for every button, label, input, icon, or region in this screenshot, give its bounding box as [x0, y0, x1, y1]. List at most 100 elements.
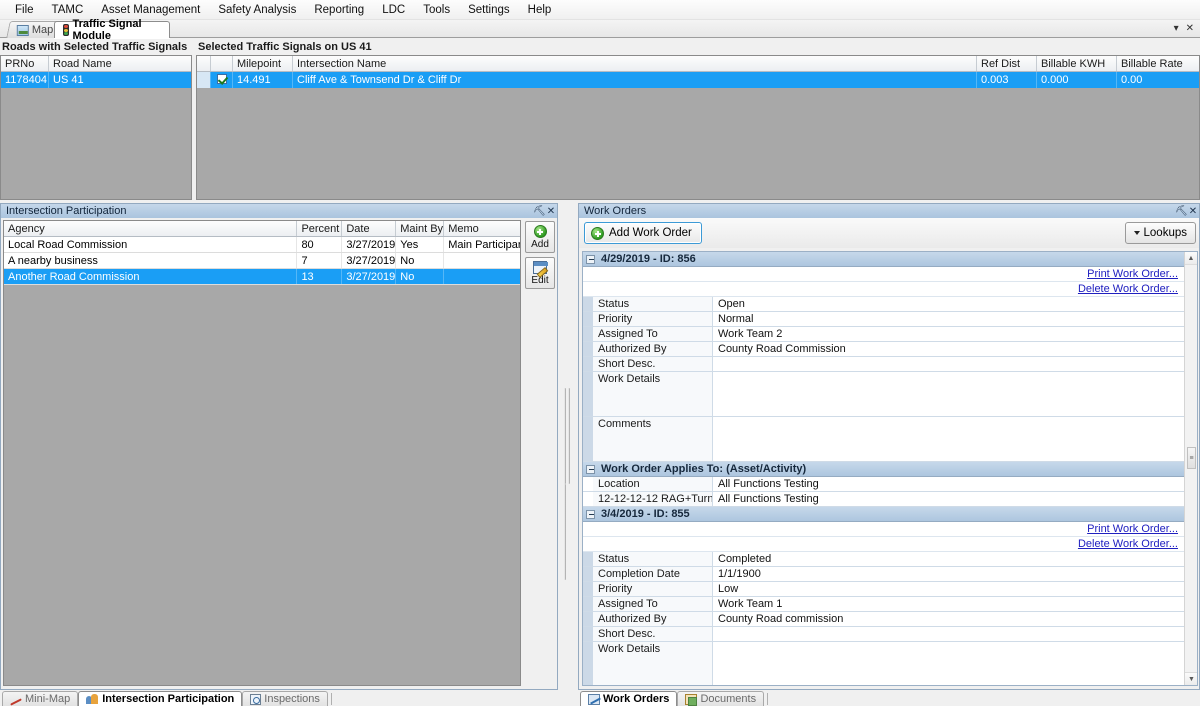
field-value[interactable]: County Road Commission — [713, 342, 1184, 356]
signals-panel-caption: Selected Traffic Signals on US 41 — [198, 41, 372, 53]
table-row[interactable]: Another Road Commission 13 3/27/2019 No — [4, 269, 521, 285]
close-icon[interactable]: ✕ — [1187, 206, 1199, 217]
work-orders-vertical-scrollbar[interactable]: ▲ ≡ ▼ — [1184, 252, 1197, 685]
column-header-milepoint[interactable]: Milepoint — [233, 56, 293, 71]
scroll-up-arrow-icon[interactable]: ▲ — [1185, 252, 1197, 265]
work-orders-scroll-area[interactable]: 4/29/2019 - ID: 856 Print Work Order... … — [582, 251, 1198, 686]
cell-milepoint: 14.491 — [233, 72, 293, 88]
tab-work-orders[interactable]: Work Orders — [580, 691, 678, 706]
column-header-agency[interactable]: Agency — [4, 221, 298, 236]
field-value[interactable] — [713, 357, 1184, 371]
column-header-date[interactable]: Date — [342, 221, 397, 236]
menu-item-settings[interactable]: Settings — [459, 1, 519, 19]
menu-item-file[interactable]: File — [6, 1, 43, 19]
column-header-indicator — [197, 56, 211, 71]
field-value[interactable]: Open — [713, 297, 1184, 311]
field-row-work-details: Work Details — [583, 372, 1184, 417]
cell-percent: 80 — [297, 237, 343, 252]
tab-mini-map[interactable]: Mini-Map — [2, 691, 79, 706]
group-gutter — [583, 642, 593, 685]
delete-work-order-link[interactable]: Delete Work Order... — [593, 538, 1184, 550]
print-work-order-link[interactable]: Print Work Order... — [593, 268, 1184, 280]
add-button[interactable]: Add — [525, 221, 556, 253]
menu-item-asset-management[interactable]: Asset Management — [92, 1, 209, 19]
table-row[interactable]: Local Road Commission 80 3/27/2019 Yes M… — [4, 237, 521, 253]
field-value[interactable]: All Functions Testing — [713, 492, 1184, 506]
chevron-down-icon[interactable]: ▾ — [1174, 23, 1179, 34]
field-value[interactable]: Work Team 2 — [713, 327, 1184, 341]
field-value[interactable]: 1/1/1900 — [713, 567, 1184, 581]
menu-item-tamc[interactable]: TAMC — [43, 1, 93, 19]
close-icon[interactable]: ✕ — [545, 206, 557, 217]
collapse-icon[interactable] — [586, 509, 595, 519]
intersection-participation-panel: Intersection Participation ⛏ ✕ Agency Pe… — [0, 203, 558, 690]
menu-item-reporting[interactable]: Reporting — [305, 1, 373, 19]
group-gutter — [583, 627, 593, 641]
tab-documents-label: Documents — [700, 693, 757, 705]
roads-grid[interactable]: PRNo Road Name 1178404 US 41 — [0, 55, 192, 200]
print-work-order-link[interactable]: Print Work Order... — [593, 523, 1184, 535]
field-value[interactable]: Normal — [713, 312, 1184, 326]
tab-traffic-signal-module[interactable]: Traffic Signal Module — [54, 18, 170, 42]
field-value[interactable] — [713, 627, 1184, 641]
cell-agency: A nearby business — [4, 253, 298, 268]
column-header-maint-by[interactable]: Maint By — [396, 221, 445, 236]
column-header-road-name[interactable]: Road Name — [49, 56, 191, 71]
splitter-grip-icon[interactable] — [564, 388, 572, 580]
field-value[interactable]: All Functions Testing — [713, 477, 1184, 491]
field-value[interactable]: County Road commission — [713, 612, 1184, 626]
participation-icon — [86, 693, 99, 705]
lookups-button[interactable]: Lookups — [1124, 222, 1196, 244]
row-checkbox[interactable] — [211, 72, 233, 88]
table-row[interactable]: 14.491 Cliff Ave & Townsend Dr & Cliff D… — [197, 72, 1199, 88]
group-gutter — [583, 597, 593, 611]
work-order-group-header[interactable]: 4/29/2019 - ID: 856 — [583, 252, 1184, 267]
field-value[interactable]: Completed — [713, 552, 1184, 566]
work-order-group-header[interactable]: 3/4/2019 - ID: 855 — [583, 507, 1184, 522]
menu-item-ldc[interactable]: LDC — [373, 1, 414, 19]
scrollbar-thumb[interactable]: ≡ — [1187, 447, 1196, 469]
field-row-comments: Comments — [583, 417, 1184, 462]
column-header-prno[interactable]: PRNo — [1, 56, 49, 71]
scroll-down-arrow-icon[interactable]: ▼ — [1185, 672, 1197, 685]
column-header-billable-kwh[interactable]: Billable KWH — [1037, 56, 1117, 71]
checkbox-checked-icon[interactable] — [216, 74, 227, 84]
column-header-intersection-name[interactable]: Intersection Name — [293, 56, 977, 71]
tab-intersection-participation[interactable]: Intersection Participation — [78, 691, 243, 706]
field-value[interactable]: Work Team 1 — [713, 597, 1184, 611]
vertical-splitter[interactable] — [558, 203, 578, 690]
participation-grid[interactable]: Agency Percent Date Maint By Memo Local … — [3, 220, 522, 686]
field-row-authorized-by: Authorized By County Road commission — [583, 612, 1184, 627]
column-header-memo[interactable]: Memo — [444, 221, 520, 236]
pin-icon[interactable]: ⛏ — [1175, 206, 1188, 217]
column-header-billable-rate[interactable]: Billable Rate — [1117, 56, 1197, 71]
field-label: Priority — [593, 582, 713, 596]
field-value[interactable] — [713, 417, 1184, 461]
edit-button[interactable]: Edit — [525, 257, 556, 289]
tab-documents[interactable]: Documents — [677, 691, 765, 706]
signals-grid[interactable]: Milepoint Intersection Name Ref Dist Bil… — [196, 55, 1200, 200]
pin-icon[interactable]: ⛏ — [533, 206, 546, 217]
cell-memo — [444, 253, 520, 268]
chevron-down-icon — [1133, 231, 1140, 235]
tab-inspections[interactable]: Inspections — [242, 691, 328, 706]
add-work-order-button[interactable]: Add Work Order — [584, 222, 702, 244]
field-label: Authorized By — [593, 612, 713, 626]
field-value[interactable] — [713, 642, 1184, 685]
menu-item-safety-analysis[interactable]: Safety Analysis — [209, 1, 305, 19]
column-header-ref-dist[interactable]: Ref Dist — [977, 56, 1037, 71]
tab-traffic-signal-module-label: Traffic Signal Module — [72, 18, 142, 42]
application-window: File TAMC Asset Management Safety Analys… — [0, 0, 1200, 706]
table-row[interactable]: 1178404 US 41 — [1, 72, 191, 88]
close-icon[interactable]: ✕ — [1186, 23, 1194, 34]
collapse-icon[interactable] — [586, 464, 595, 474]
delete-work-order-link[interactable]: Delete Work Order... — [593, 283, 1184, 295]
field-value[interactable] — [713, 372, 1184, 416]
collapse-icon[interactable] — [586, 254, 595, 264]
menu-item-help[interactable]: Help — [519, 1, 561, 19]
table-row[interactable]: A nearby business 7 3/27/2019 No — [4, 253, 521, 269]
field-value[interactable]: Low — [713, 582, 1184, 596]
column-header-percent[interactable]: Percent — [297, 221, 343, 236]
menu-item-tools[interactable]: Tools — [414, 1, 459, 19]
work-order-applies-to-header[interactable]: Work Order Applies To: (Asset/Activity) — [583, 462, 1184, 477]
